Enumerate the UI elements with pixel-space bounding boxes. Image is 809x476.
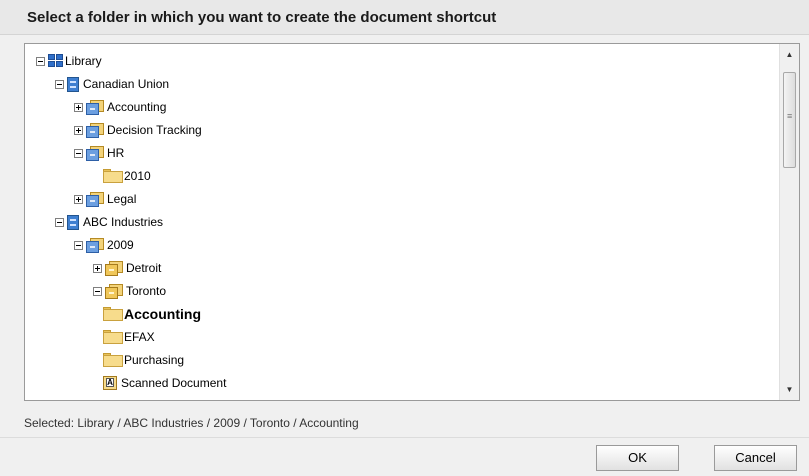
tree-node-label: 2010 bbox=[124, 169, 151, 183]
collapse-icon[interactable] bbox=[55, 79, 64, 89]
scroll-down-icon[interactable]: ▼ bbox=[780, 381, 799, 398]
folder-icon bbox=[103, 169, 123, 183]
scroll-up-icon[interactable]: ▲ bbox=[780, 46, 799, 63]
server-icon bbox=[67, 76, 79, 92]
tree-node-accounting[interactable]: Accounting bbox=[74, 98, 166, 116]
tree-node-efax[interactable]: EFAX bbox=[103, 328, 155, 346]
collapse-icon[interactable] bbox=[74, 148, 83, 158]
expand-icon[interactable] bbox=[93, 263, 102, 273]
tree-node-label: Library bbox=[65, 54, 102, 68]
cabinet-icon bbox=[86, 99, 106, 115]
tree-node-scanned-document[interactable]: A Scanned Document bbox=[103, 374, 226, 392]
tree-node-label: Toronto bbox=[126, 284, 167, 298]
cabinet-icon bbox=[86, 145, 106, 161]
cabinet-icon bbox=[86, 237, 106, 253]
drawer-icon bbox=[105, 260, 125, 276]
cabinet-icon bbox=[86, 191, 106, 207]
tree-node-label-selected: Accounting bbox=[124, 306, 201, 322]
drawer-icon bbox=[105, 283, 125, 299]
footer-divider bbox=[0, 437, 809, 438]
tree-node-detroit[interactable]: Detroit bbox=[93, 259, 161, 277]
expand-icon[interactable] bbox=[74, 194, 83, 204]
expand-icon[interactable] bbox=[74, 125, 83, 135]
tree-node-label: Accounting bbox=[107, 100, 167, 114]
folder-icon bbox=[103, 330, 123, 344]
tree-node-hr[interactable]: HR bbox=[74, 144, 124, 162]
server-icon bbox=[67, 214, 79, 230]
tree-node-label: Purchasing bbox=[124, 353, 185, 367]
folder-icon bbox=[103, 353, 123, 367]
tree-node-purchasing[interactable]: Purchasing bbox=[103, 351, 184, 369]
selected-path-text: Selected: Library / ABC Industries / 200… bbox=[24, 416, 359, 430]
tree-node-abc-industries[interactable]: ABC Industries bbox=[55, 213, 163, 231]
tree-node-label: Scanned Document bbox=[121, 376, 227, 390]
tree-node-label: Decision Tracking bbox=[107, 123, 202, 137]
tree-node-toronto-accounting[interactable]: Accounting bbox=[103, 305, 201, 323]
dialog-titlebar: Select a folder in which you want to cre… bbox=[0, 0, 809, 35]
document-icon: A bbox=[103, 376, 117, 390]
tree-node-2010[interactable]: 2010 bbox=[103, 167, 151, 185]
ok-button[interactable]: OK bbox=[596, 445, 679, 471]
tree-node-label: HR bbox=[107, 146, 125, 160]
collapse-icon[interactable] bbox=[74, 240, 83, 250]
tree-node-2009[interactable]: 2009 bbox=[74, 236, 134, 254]
tree-node-label: Legal bbox=[107, 192, 137, 206]
tree-node-label: 2009 bbox=[107, 238, 134, 252]
tree-node-label: ABC Industries bbox=[83, 215, 164, 229]
scroll-thumb[interactable]: ≡ bbox=[783, 72, 796, 168]
tree-node-toronto[interactable]: Toronto bbox=[93, 282, 166, 300]
expand-icon[interactable] bbox=[74, 102, 83, 112]
collapse-icon[interactable] bbox=[36, 56, 45, 66]
collapse-icon[interactable] bbox=[55, 217, 64, 227]
select-folder-dialog: Select a folder in which you want to cre… bbox=[0, 0, 809, 476]
folder-tree-panel: Library Canadian Union Accounting Decisi… bbox=[24, 43, 800, 401]
folder-icon bbox=[103, 307, 123, 321]
tree-node-label: Canadian Union bbox=[83, 77, 170, 91]
tree-scrollbar[interactable]: ▲ ≡ ▼ bbox=[779, 44, 799, 400]
cancel-button[interactable]: Cancel bbox=[714, 445, 797, 471]
folder-tree: Library Canadian Union Accounting Decisi… bbox=[25, 44, 779, 400]
cabinet-icon bbox=[86, 122, 106, 138]
document-letter: A bbox=[106, 378, 114, 387]
collapse-icon[interactable] bbox=[93, 286, 102, 296]
tree-node-decision-tracking[interactable]: Decision Tracking bbox=[74, 121, 202, 139]
tree-node-legal[interactable]: Legal bbox=[74, 190, 136, 208]
dialog-title: Select a folder in which you want to cre… bbox=[27, 9, 497, 26]
library-icon bbox=[48, 54, 64, 68]
tree-node-label: EFAX bbox=[124, 330, 155, 344]
grip-icon: ≡ bbox=[787, 111, 793, 121]
tree-node-canadian-union[interactable]: Canadian Union bbox=[55, 75, 169, 93]
tree-node-label: Detroit bbox=[126, 261, 162, 275]
tree-node-library[interactable]: Library bbox=[36, 52, 102, 70]
